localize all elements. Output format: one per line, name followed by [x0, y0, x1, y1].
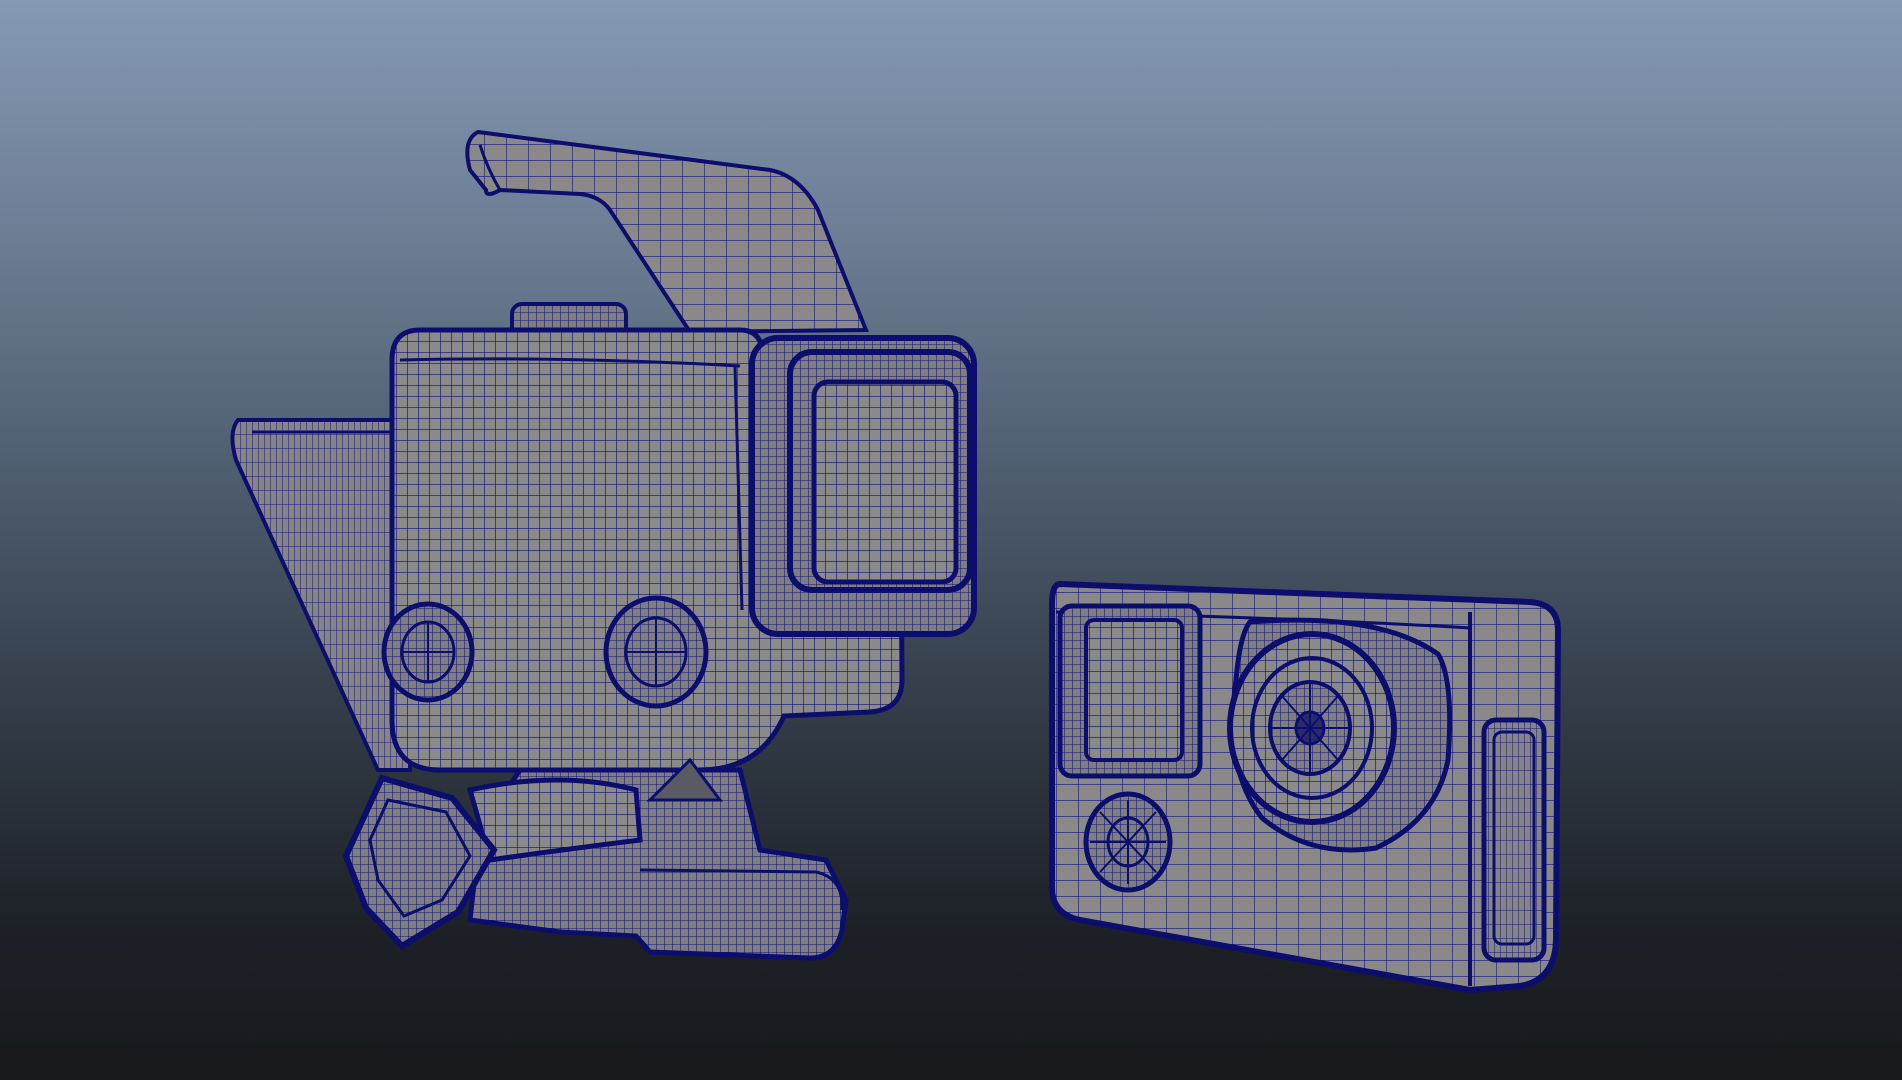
3d-viewport[interactable]	[0, 0, 1902, 1080]
camera-lcd-screen[interactable]	[1057, 603, 1203, 779]
camera-side-door[interactable]	[1481, 717, 1547, 963]
housing-button-right[interactable]	[603, 595, 709, 709]
housing-button-left[interactable]	[381, 601, 475, 703]
action-camera-body[interactable]	[1049, 580, 1562, 994]
camera-lens[interactable]	[1227, 617, 1453, 853]
camera-power-button[interactable]	[1083, 791, 1173, 893]
viewport-scene[interactable]	[0, 0, 1902, 1080]
housing-back-door[interactable]	[230, 418, 412, 772]
housing-front-frame[interactable]	[749, 335, 977, 637]
camera-housing-with-mount[interactable]	[230, 129, 977, 961]
